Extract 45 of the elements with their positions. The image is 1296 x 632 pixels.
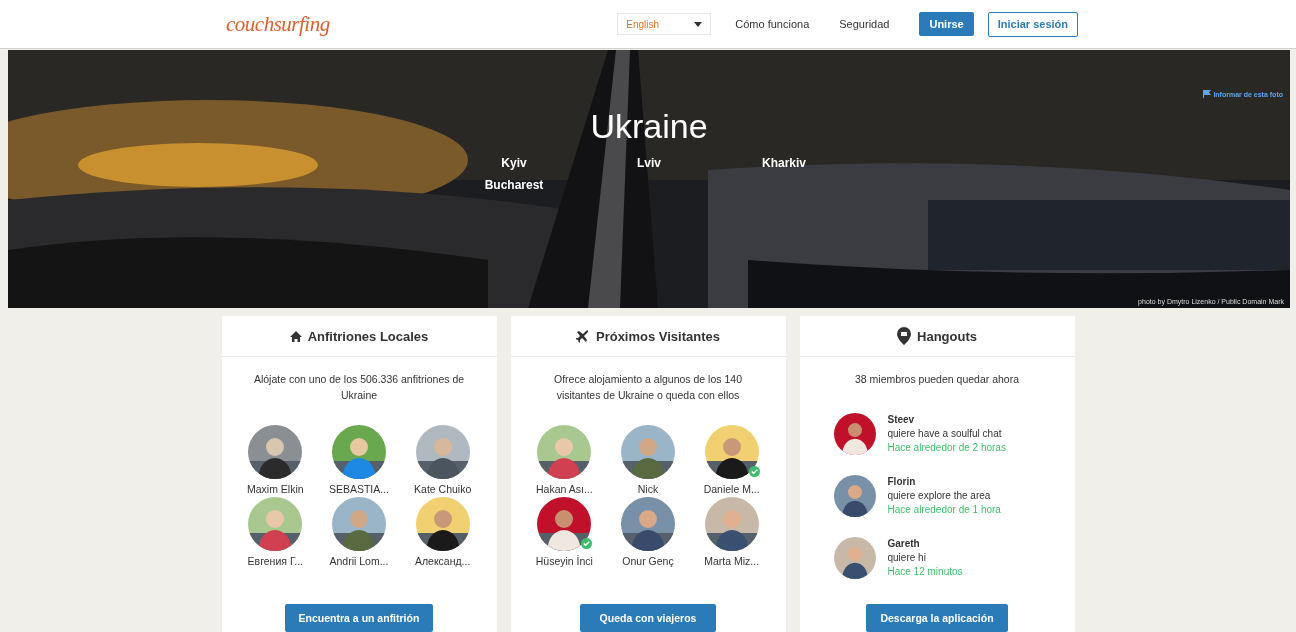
nav-link[interactable]: Cómo funciona bbox=[735, 18, 810, 30]
card-title: Anfitriones Locales bbox=[307, 328, 429, 344]
join-button[interactable]: Unirse bbox=[919, 12, 974, 36]
card-title: Hangouts bbox=[917, 328, 977, 344]
airplane-icon bbox=[575, 329, 590, 343]
member-name[interactable]: Hakan Ası... bbox=[536, 483, 593, 495]
card-description: Alójate con uno de los 506.336 anfitriones de Ukraine bbox=[252, 372, 466, 403]
member-name[interactable]: Florin bbox=[887, 475, 1001, 489]
hangout-activity: quiere explore the area bbox=[887, 489, 992, 503]
member-name[interactable]: Евгения Г... bbox=[247, 555, 304, 567]
hangout-time: Hace 12 minutos bbox=[887, 565, 963, 579]
country-title: Ukraine bbox=[590, 107, 708, 146]
member-name[interactable]: Александ... bbox=[414, 555, 471, 567]
hangout-time: Hace alrededor de 2 horas bbox=[887, 441, 1006, 455]
member-name[interactable]: Gareth bbox=[887, 537, 963, 551]
member-name[interactable]: Andrii Lom... bbox=[329, 555, 389, 567]
hangout-time: Hace alrededor de 1 hora bbox=[887, 503, 1001, 517]
city-link[interactable]: Kharkiv bbox=[762, 156, 806, 170]
member-name[interactable]: Hüseyin İnci bbox=[535, 555, 593, 567]
member-name[interactable]: Steev bbox=[887, 413, 1006, 427]
member-name[interactable]: Nick bbox=[637, 483, 659, 495]
login-button[interactable]: Iniciar sesión bbox=[987, 11, 1078, 37]
member-name[interactable]: SEBASTIA... bbox=[328, 483, 390, 495]
city-link[interactable]: Kyiv bbox=[501, 156, 527, 170]
card-action-button[interactable]: Descarga la aplicación bbox=[866, 604, 1008, 632]
hangout-activity: quiere hi bbox=[887, 551, 927, 565]
member-name[interactable]: Maxim Elkin bbox=[247, 483, 304, 495]
card-title: Próximos Visitantes bbox=[595, 328, 720, 344]
nav-link[interactable]: Seguridad bbox=[839, 18, 890, 30]
logo[interactable]: couchsurfing bbox=[226, 11, 330, 37]
member-name[interactable]: Marta Miz... bbox=[704, 555, 760, 567]
member-name[interactable]: Onur Genç bbox=[622, 555, 674, 567]
card-action-button[interactable]: Encuentra a un anfitrión bbox=[284, 604, 434, 632]
location-pin-icon bbox=[897, 327, 911, 345]
flag-icon bbox=[1203, 90, 1212, 98]
city-link[interactable]: Lviv bbox=[637, 156, 661, 170]
member-name[interactable]: Kate Chuiko bbox=[414, 483, 472, 495]
card-description: Ofrece alojamiento a algunos de los 140 visitantes de Ukraine o queda con ellos bbox=[553, 372, 743, 403]
card-action-button[interactable]: Queda con viajeros bbox=[580, 604, 716, 632]
home-icon bbox=[289, 330, 302, 342]
hangout-activity: quiere have a soulful chat bbox=[887, 427, 1003, 441]
member-name[interactable]: Daniele M... bbox=[703, 483, 760, 495]
caret-icon bbox=[694, 21, 703, 27]
card-description: 38 miembros pueden quedar ahora bbox=[854, 372, 1020, 387]
city-link[interactable]: Bucharest bbox=[484, 178, 544, 192]
